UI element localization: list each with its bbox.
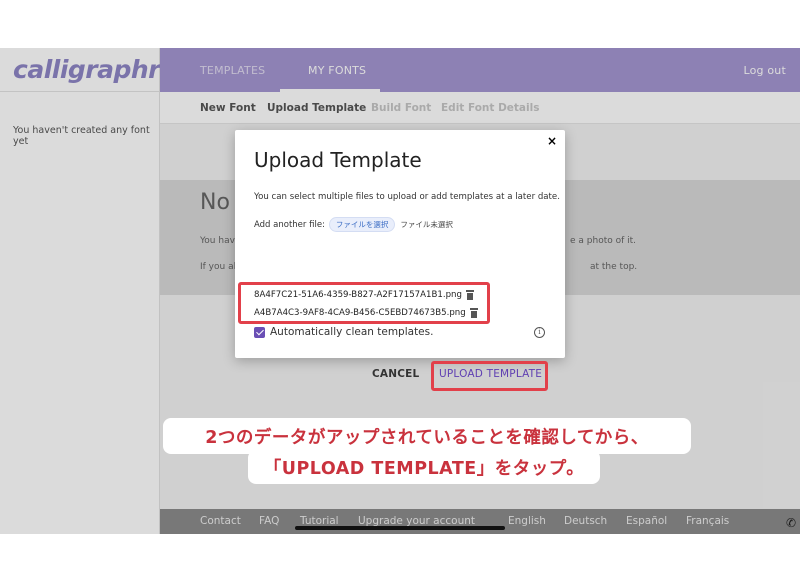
dialog-description: You can select multiple files to upload … xyxy=(254,192,560,202)
auto-clean-row: Automatically clean templates. xyxy=(254,326,433,338)
choose-file-button[interactable]: ファイルを選択 xyxy=(328,217,396,232)
close-icon[interactable]: × xyxy=(547,134,557,148)
caption-bubble: 「UPLOAD TEMPLATE」をタップ。 xyxy=(248,450,600,484)
caption-text-line2: 「UPLOAD TEMPLATE」をタップ。 xyxy=(263,458,585,479)
cancel-button[interactable]: CANCEL xyxy=(372,368,419,380)
add-file-row: Add another file: ファイルを選択 ファイル未選択 xyxy=(254,217,453,232)
auto-clean-label[interactable]: Automatically clean templates. xyxy=(270,326,433,338)
dialog-title: Upload Template xyxy=(254,148,422,172)
highlight-uploaded-files xyxy=(238,282,490,324)
no-file-selected-text: ファイル未選択 xyxy=(400,220,453,229)
info-icon[interactable]: i xyxy=(534,327,545,338)
caption-text-line1: 2つのデータがアップされていることを確認してから、 xyxy=(205,427,649,448)
highlight-upload-button xyxy=(431,361,548,391)
caption-bubble: 2つのデータがアップされていることを確認してから、 xyxy=(163,418,691,454)
add-file-label: Add another file: xyxy=(254,219,325,230)
home-indicator xyxy=(295,526,505,530)
auto-clean-checkbox[interactable] xyxy=(254,326,265,338)
